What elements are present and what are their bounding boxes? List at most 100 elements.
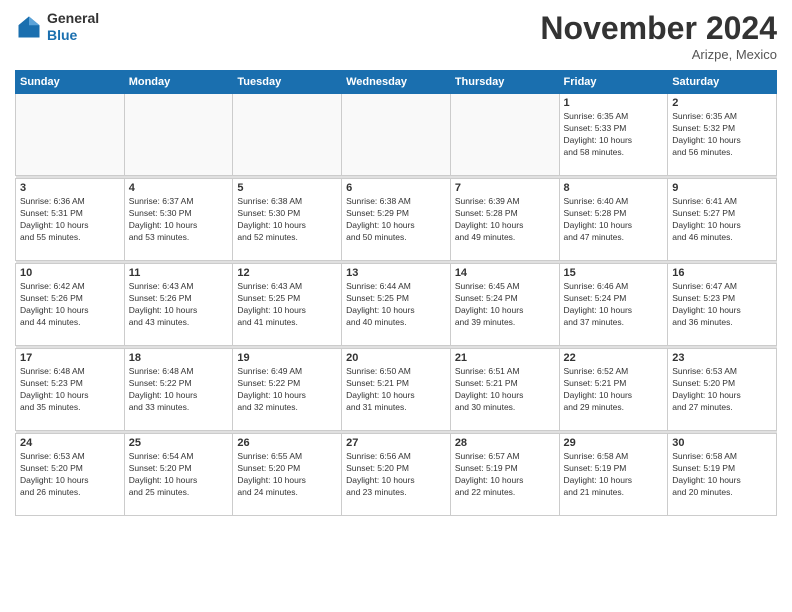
calendar-week-row: 10 Sunrise: 6:42 AM Sunset: 5:26 PM Dayli…	[16, 264, 777, 346]
day-number: 26	[237, 437, 337, 449]
day-number: 6	[346, 182, 446, 194]
table-row: 19 Sunrise: 6:49 AM Sunset: 5:22 PM Dayli…	[233, 349, 342, 431]
day-info: Sunrise: 6:48 AM Sunset: 5:22 PM Dayligh…	[129, 366, 229, 414]
day-info: Sunrise: 6:38 AM Sunset: 5:30 PM Dayligh…	[237, 196, 337, 244]
day-number: 19	[237, 352, 337, 364]
table-row: 30 Sunrise: 6:58 AM Sunset: 5:19 PM Dayli…	[668, 434, 777, 516]
col-tuesday: Tuesday	[233, 71, 342, 94]
table-row: 22 Sunrise: 6:52 AM Sunset: 5:21 PM Dayli…	[559, 349, 668, 431]
day-info: Sunrise: 6:52 AM Sunset: 5:21 PM Dayligh…	[564, 366, 664, 414]
day-info: Sunrise: 6:55 AM Sunset: 5:20 PM Dayligh…	[237, 451, 337, 499]
day-number: 13	[346, 267, 446, 279]
day-info: Sunrise: 6:58 AM Sunset: 5:19 PM Dayligh…	[672, 451, 772, 499]
table-row: 6 Sunrise: 6:38 AM Sunset: 5:29 PM Daylig…	[342, 179, 451, 261]
day-number: 30	[672, 437, 772, 449]
table-row: 5 Sunrise: 6:38 AM Sunset: 5:30 PM Daylig…	[233, 179, 342, 261]
table-row	[233, 94, 342, 176]
title-block: November 2024 Arizpe, Mexico	[540, 10, 777, 62]
table-row: 17Sunrise: 6:48 AM Sunset: 5:23 PM Dayli…	[16, 349, 125, 431]
day-number: 2	[672, 97, 772, 109]
day-info: Sunrise: 6:46 AM Sunset: 5:24 PM Dayligh…	[564, 281, 664, 329]
table-row: 27 Sunrise: 6:56 AM Sunset: 5:20 PM Dayli…	[342, 434, 451, 516]
day-info: Sunrise: 6:54 AM Sunset: 5:20 PM Dayligh…	[129, 451, 229, 499]
table-row: 26 Sunrise: 6:55 AM Sunset: 5:20 PM Dayli…	[233, 434, 342, 516]
day-number: 1	[564, 97, 664, 109]
page: General Blue November 2024 Arizpe, Mexic…	[0, 0, 792, 612]
table-row: 18 Sunrise: 6:48 AM Sunset: 5:22 PM Dayli…	[124, 349, 233, 431]
table-row: 4Sunrise: 6:37 AM Sunset: 5:30 PM Daylig…	[124, 179, 233, 261]
logo-text: General Blue	[47, 10, 99, 44]
table-row: 16Sunrise: 6:47 AM Sunset: 5:23 PM Dayli…	[668, 264, 777, 346]
day-number: 5	[237, 182, 337, 194]
logo-blue: Blue	[47, 27, 77, 43]
table-row: 3Sunrise: 6:36 AM Sunset: 5:31 PM Daylig…	[16, 179, 125, 261]
table-row	[450, 94, 559, 176]
day-number: 18	[129, 352, 229, 364]
table-row: 1 Sunrise: 6:35 AM Sunset: 5:33 PM Daylig…	[559, 94, 668, 176]
day-number: 27	[346, 437, 446, 449]
day-info: Sunrise: 6:57 AM Sunset: 5:19 PM Dayligh…	[455, 451, 555, 499]
table-row: 23 Sunrise: 6:53 AM Sunset: 5:20 PM Dayli…	[668, 349, 777, 431]
table-row: 29Sunrise: 6:58 AM Sunset: 5:19 PM Dayli…	[559, 434, 668, 516]
day-number: 12	[237, 267, 337, 279]
day-number: 9	[672, 182, 772, 194]
col-thursday: Thursday	[450, 71, 559, 94]
day-info: Sunrise: 6:44 AM Sunset: 5:25 PM Dayligh…	[346, 281, 446, 329]
day-info: Sunrise: 6:58 AM Sunset: 5:19 PM Dayligh…	[564, 451, 664, 499]
table-row	[124, 94, 233, 176]
table-row: 20 Sunrise: 6:50 AM Sunset: 5:21 PM Dayli…	[342, 349, 451, 431]
day-info: Sunrise: 6:53 AM Sunset: 5:20 PM Dayligh…	[20, 451, 120, 499]
day-number: 14	[455, 267, 555, 279]
day-info: Sunrise: 6:35 AM Sunset: 5:33 PM Dayligh…	[564, 111, 664, 159]
table-row: 25Sunrise: 6:54 AM Sunset: 5:20 PM Dayli…	[124, 434, 233, 516]
col-wednesday: Wednesday	[342, 71, 451, 94]
day-number: 10	[20, 267, 120, 279]
day-info: Sunrise: 6:50 AM Sunset: 5:21 PM Dayligh…	[346, 366, 446, 414]
day-info: Sunrise: 6:35 AM Sunset: 5:32 PM Dayligh…	[672, 111, 772, 159]
day-number: 15	[564, 267, 664, 279]
day-info: Sunrise: 6:42 AM Sunset: 5:26 PM Dayligh…	[20, 281, 120, 329]
day-info: Sunrise: 6:49 AM Sunset: 5:22 PM Dayligh…	[237, 366, 337, 414]
day-info: Sunrise: 6:39 AM Sunset: 5:28 PM Dayligh…	[455, 196, 555, 244]
day-info: Sunrise: 6:38 AM Sunset: 5:29 PM Dayligh…	[346, 196, 446, 244]
day-number: 11	[129, 267, 229, 279]
table-row: 14 Sunrise: 6:45 AM Sunset: 5:24 PM Dayli…	[450, 264, 559, 346]
calendar-week-row: 17Sunrise: 6:48 AM Sunset: 5:23 PM Dayli…	[16, 349, 777, 431]
day-number: 8	[564, 182, 664, 194]
day-number: 22	[564, 352, 664, 364]
logo: General Blue	[15, 10, 99, 44]
col-saturday: Saturday	[668, 71, 777, 94]
calendar-week-row: 1 Sunrise: 6:35 AM Sunset: 5:33 PM Daylig…	[16, 94, 777, 176]
table-row: 28 Sunrise: 6:57 AM Sunset: 5:19 PM Dayli…	[450, 434, 559, 516]
table-row: 13 Sunrise: 6:44 AM Sunset: 5:25 PM Dayli…	[342, 264, 451, 346]
table-row: 11 Sunrise: 6:43 AM Sunset: 5:26 PM Dayli…	[124, 264, 233, 346]
day-info: Sunrise: 6:43 AM Sunset: 5:26 PM Dayligh…	[129, 281, 229, 329]
table-row: 24Sunrise: 6:53 AM Sunset: 5:20 PM Dayli…	[16, 434, 125, 516]
day-number: 21	[455, 352, 555, 364]
table-row: 15 Sunrise: 6:46 AM Sunset: 5:24 PM Dayli…	[559, 264, 668, 346]
col-monday: Monday	[124, 71, 233, 94]
day-number: 28	[455, 437, 555, 449]
month-title: November 2024	[540, 10, 777, 47]
logo-general: General	[47, 10, 99, 26]
table-row: 7Sunrise: 6:39 AM Sunset: 5:28 PM Daylig…	[450, 179, 559, 261]
day-number: 23	[672, 352, 772, 364]
day-number: 17	[20, 352, 120, 364]
day-info: Sunrise: 6:36 AM Sunset: 5:31 PM Dayligh…	[20, 196, 120, 244]
col-friday: Friday	[559, 71, 668, 94]
calendar: Sunday Monday Tuesday Wednesday Thursday…	[15, 70, 777, 516]
col-sunday: Sunday	[16, 71, 125, 94]
calendar-week-row: 24Sunrise: 6:53 AM Sunset: 5:20 PM Dayli…	[16, 434, 777, 516]
table-row	[16, 94, 125, 176]
day-info: Sunrise: 6:40 AM Sunset: 5:28 PM Dayligh…	[564, 196, 664, 244]
day-number: 16	[672, 267, 772, 279]
table-row: 12 Sunrise: 6:43 AM Sunset: 5:25 PM Dayli…	[233, 264, 342, 346]
day-info: Sunrise: 6:53 AM Sunset: 5:20 PM Dayligh…	[672, 366, 772, 414]
calendar-week-row: 3Sunrise: 6:36 AM Sunset: 5:31 PM Daylig…	[16, 179, 777, 261]
day-info: Sunrise: 6:56 AM Sunset: 5:20 PM Dayligh…	[346, 451, 446, 499]
table-row: 2 Sunrise: 6:35 AM Sunset: 5:32 PM Daylig…	[668, 94, 777, 176]
day-info: Sunrise: 6:43 AM Sunset: 5:25 PM Dayligh…	[237, 281, 337, 329]
day-number: 20	[346, 352, 446, 364]
day-info: Sunrise: 6:51 AM Sunset: 5:21 PM Dayligh…	[455, 366, 555, 414]
day-info: Sunrise: 6:45 AM Sunset: 5:24 PM Dayligh…	[455, 281, 555, 329]
